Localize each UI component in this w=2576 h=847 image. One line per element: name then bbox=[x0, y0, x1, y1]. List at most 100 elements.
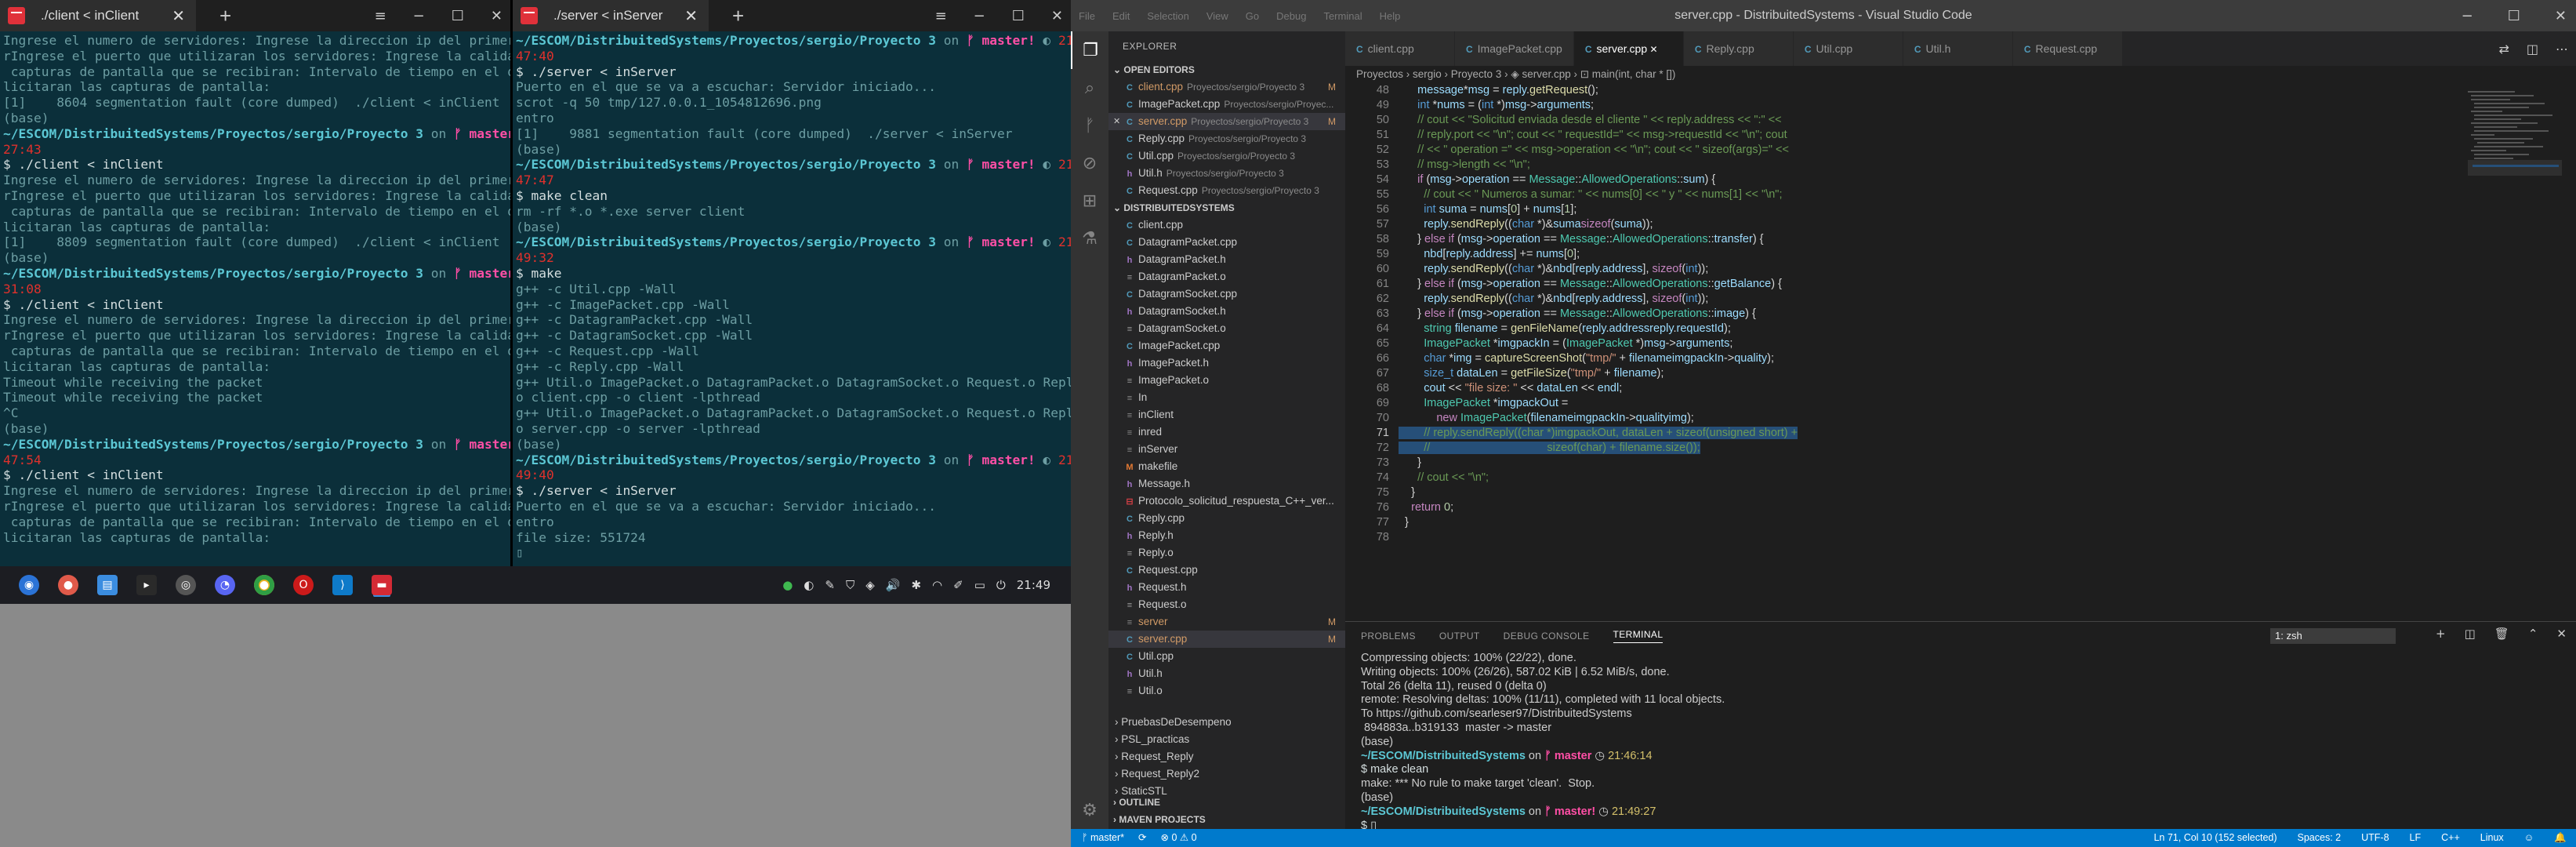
code-line[interactable]: cout << "file size: " << dataLen << endl… bbox=[1399, 381, 1798, 396]
file-tree-item[interactable]: h ImagePacket.h bbox=[1108, 354, 1345, 372]
file-tree-item[interactable]: C Util.cpp bbox=[1108, 648, 1345, 665]
more-actions-icon[interactable]: ⋯ bbox=[2556, 42, 2568, 56]
status-item[interactable]: Linux bbox=[2480, 829, 2504, 847]
code-line[interactable]: new ImagePacket(filenameimgpackIn->quali… bbox=[1399, 411, 1798, 426]
code-line[interactable]: // msg->length << "\n"; bbox=[1399, 158, 1798, 173]
add-terminal-icon[interactable]: + bbox=[2436, 627, 2446, 641]
code-line[interactable] bbox=[1399, 530, 1798, 545]
open-editor-item[interactable]: h Util.h Proyectos/sergio/Proyecto 3 bbox=[1108, 165, 1345, 182]
menu-icon[interactable]: ≡ bbox=[935, 8, 947, 24]
file-tree-item[interactable]: h DatagramPacket.h bbox=[1108, 251, 1345, 268]
file-tree-item[interactable]: Mmakefile bbox=[1108, 458, 1345, 475]
status-item[interactable]: ⟳ bbox=[1138, 829, 1146, 847]
code-line[interactable]: reply.sendReply((char *)&nbd[reply.addre… bbox=[1399, 292, 1798, 307]
debug-icon[interactable]: ⊘ bbox=[1071, 144, 1108, 182]
folder-item[interactable]: › Request_Reply bbox=[1108, 748, 1345, 765]
clock[interactable]: 21:49 bbox=[1017, 578, 1050, 592]
power-icon[interactable]: ⏻ bbox=[996, 578, 1006, 592]
terminal-tab[interactable]: ./server < inServer ✕ bbox=[513, 0, 709, 31]
tray-icon[interactable]: ◈ bbox=[865, 578, 875, 592]
maximize-icon[interactable]: ☐ bbox=[452, 8, 464, 24]
minimap[interactable] bbox=[2468, 91, 2562, 248]
open-editor-item[interactable]: Cclient.cpp Proyectos/sergio/Proyecto 3 M bbox=[1108, 78, 1345, 96]
close-icon[interactable]: ✕ bbox=[1051, 8, 1063, 24]
close-icon[interactable]: ✕ bbox=[491, 8, 503, 24]
explorer-icon[interactable]: ❐ bbox=[1071, 31, 1108, 69]
editor-tab[interactable]: C Util.cpp bbox=[1793, 31, 1903, 66]
code-line[interactable]: ImagePacket *imgpackOut = bbox=[1399, 396, 1798, 411]
compare-icon[interactable]: ⇄ bbox=[2498, 42, 2509, 56]
close-tab-icon[interactable]: ✕ bbox=[684, 6, 698, 26]
tray-icon[interactable]: ✎ bbox=[825, 578, 835, 592]
editor-tab[interactable]: C Reply.cpp bbox=[1683, 31, 1794, 66]
battery-icon[interactable]: ▭ bbox=[974, 578, 985, 592]
search-icon[interactable]: ⌕ bbox=[1071, 69, 1108, 107]
code-line[interactable]: // cout << " Numeros a sumar: " << nums[… bbox=[1399, 187, 1798, 202]
code-line[interactable]: message*msg = reply.getRequest(); bbox=[1399, 83, 1798, 98]
code-line[interactable]: // << " operation =" << msg->operation <… bbox=[1399, 143, 1798, 158]
menu-icon[interactable]: ≡ bbox=[375, 8, 386, 24]
terminal-active-icon[interactable]: ▬ bbox=[372, 575, 392, 595]
split-terminal-icon[interactable]: ◫ bbox=[2465, 627, 2476, 641]
code-line[interactable]: return 0; bbox=[1399, 500, 1798, 515]
settings-icon[interactable]: ◎ bbox=[176, 575, 196, 595]
file-tree-item[interactable]: ≡ DatagramSocket.o bbox=[1108, 320, 1345, 337]
code-content[interactable]: message*msg = reply.getRequest(); int *n… bbox=[1399, 83, 1798, 545]
terminal-output[interactable]: ~/ESCOM/DistribuitedSystems/Proyectos/se… bbox=[513, 31, 1071, 562]
volume-icon[interactable]: 🔊 bbox=[886, 578, 901, 592]
minimize-icon[interactable]: − bbox=[2462, 8, 2473, 24]
panel-tab[interactable]: PROBLEMS bbox=[1361, 631, 1416, 642]
terminal-tab[interactable]: ./client < inClient ✕ bbox=[0, 0, 196, 31]
status-item[interactable]: ᚠ master* bbox=[1082, 829, 1124, 847]
discord-icon[interactable]: ◔ bbox=[215, 575, 235, 595]
code-line[interactable]: if (msg->operation == Message::AllowedOp… bbox=[1399, 173, 1798, 187]
status-item[interactable]: C++ bbox=[2441, 829, 2460, 847]
terminal-select[interactable]: 1: zsh bbox=[2270, 628, 2396, 644]
maven-header[interactable]: › MAVEN PROJECTS bbox=[1108, 811, 1206, 828]
file-tree-item[interactable]: h Message.h bbox=[1108, 475, 1345, 493]
code-line[interactable]: int *nums = (int *)msg->arguments; bbox=[1399, 98, 1798, 113]
code-line[interactable]: } bbox=[1399, 515, 1798, 530]
settings-gear-icon[interactable]: ⚙ bbox=[1071, 791, 1108, 829]
trash-icon[interactable]: 🗑 bbox=[2494, 627, 2509, 641]
close-tab-icon[interactable]: ✕ bbox=[172, 6, 185, 26]
file-tree-item[interactable]: C DatagramSocket.cpp bbox=[1108, 285, 1345, 303]
close-icon[interactable]: ✕ bbox=[2555, 8, 2567, 24]
file-tree-item[interactable]: ⊟ Protocolo_solicitud_respuesta_C++_ver..… bbox=[1108, 493, 1345, 510]
app-icon[interactable]: ● bbox=[58, 575, 78, 595]
vscode-icon[interactable]: ⟩ bbox=[332, 575, 353, 595]
close-panel-icon[interactable]: ✕ bbox=[2556, 627, 2567, 641]
files-icon[interactable]: ▤ bbox=[97, 575, 118, 595]
editor-tab[interactable]: Cserver.cpp ✕ bbox=[1573, 31, 1684, 66]
file-tree-item[interactable]: h Request.h bbox=[1108, 579, 1345, 596]
code-line[interactable]: reply.sendReply((char *)&sumasizeof(suma… bbox=[1399, 217, 1798, 232]
file-tree-item[interactable]: C ImagePacket.cpp bbox=[1108, 337, 1345, 354]
new-tab-button[interactable]: + bbox=[732, 4, 744, 28]
file-tree-item[interactable]: ≡ Request.o bbox=[1108, 596, 1345, 613]
panel-tab[interactable]: DEBUG CONSOLE bbox=[1504, 631, 1590, 642]
file-tree-item[interactable]: ≡ ImagePacket.o bbox=[1108, 372, 1345, 389]
integrated-terminal[interactable]: Compressing objects: 100% (22/22), done.… bbox=[1361, 652, 1725, 833]
file-tree-item[interactable]: ≡ In bbox=[1108, 389, 1345, 406]
terminal-output[interactable]: Ingrese el numero de servidores: Ingrese… bbox=[0, 31, 510, 547]
file-tree-item[interactable]: ≡ inServer bbox=[1108, 441, 1345, 458]
file-tree-item[interactable]: C Reply.cpp bbox=[1108, 510, 1345, 527]
status-item[interactable]: Spaces: 2 bbox=[2298, 829, 2342, 847]
status-item[interactable]: Ln 71, Col 10 (152 selected) bbox=[2153, 829, 2277, 847]
file-tree-item[interactable]: C Request.cpp bbox=[1108, 562, 1345, 579]
open-editor-item[interactable]: C Util.cpp Proyectos/sergio/Proyecto 3 bbox=[1108, 147, 1345, 165]
editor-tab[interactable]: C Request.cpp bbox=[2012, 31, 2123, 66]
bluetooth-icon[interactable]: ✱ bbox=[911, 578, 921, 592]
code-line[interactable]: string filename = genFileName(reply.addr… bbox=[1399, 322, 1798, 336]
close-tab-icon[interactable]: ✕ bbox=[1647, 44, 1657, 55]
minimize-icon[interactable]: − bbox=[974, 8, 985, 24]
open-editor-item[interactable]: C Reply.cpp Proyectos/sergio/Proyecto 3 bbox=[1108, 130, 1345, 147]
code-line[interactable]: // cout << "Solicitud enviada desde el c… bbox=[1399, 113, 1798, 128]
app-menu-icon[interactable]: ◉ bbox=[19, 575, 39, 595]
code-line[interactable]: size_t dataLen = getFileSize("tmp/" + fi… bbox=[1399, 366, 1798, 381]
folder-item[interactable]: › PSL_practicas bbox=[1108, 731, 1345, 748]
file-tree-item[interactable]: ≡ DatagramPacket.o bbox=[1108, 268, 1345, 285]
status-item[interactable]: ⊗ 0 ⚠ 0 bbox=[1161, 829, 1197, 847]
editor-tab[interactable]: C Util.h bbox=[1903, 31, 2013, 66]
flask-icon[interactable]: ⚗ bbox=[1071, 220, 1108, 257]
